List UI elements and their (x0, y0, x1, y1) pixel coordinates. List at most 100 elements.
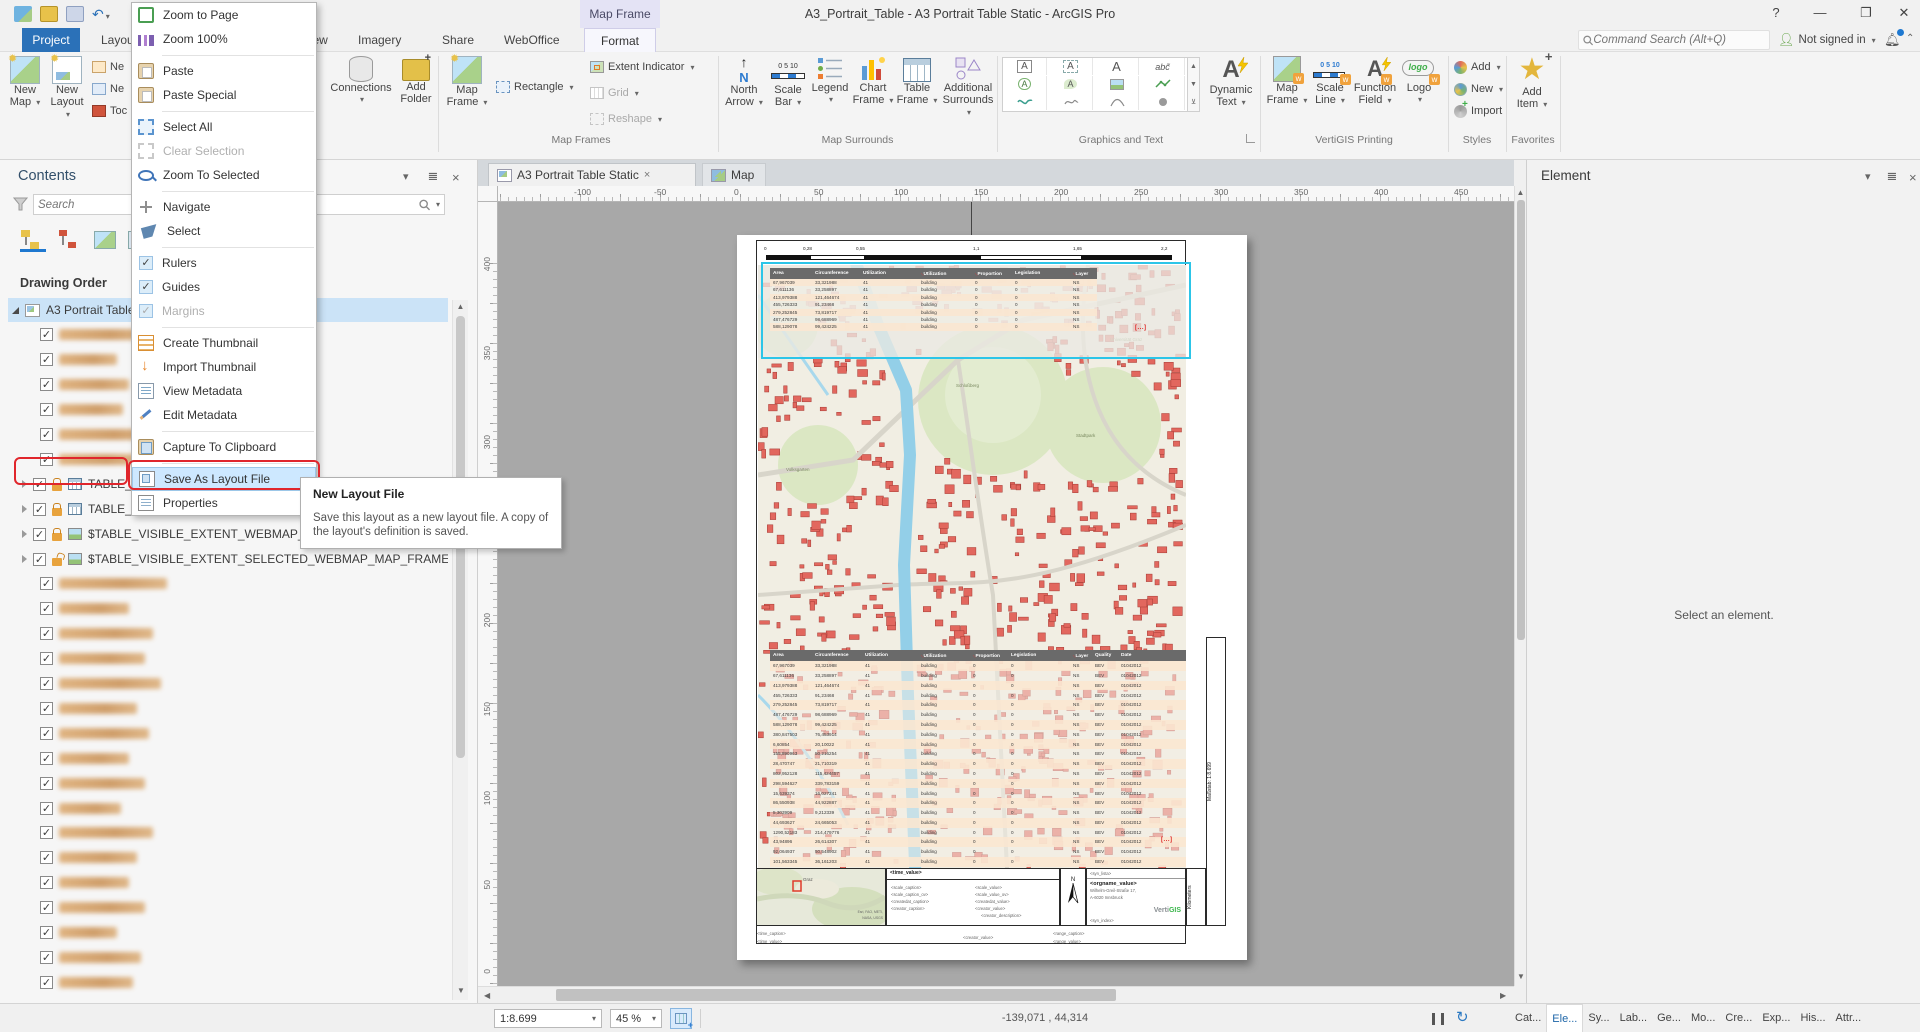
pin-icon[interactable]: 𝌆 (1887, 170, 1897, 183)
layer-visibility-checkbox[interactable]: ✓ (40, 403, 53, 416)
signin-status[interactable]: 👤︎ Not signed in▾ (1778, 30, 1876, 50)
styles-add-button[interactable]: Add▾ (1454, 58, 1501, 76)
dialog-launcher-icon[interactable] (1246, 134, 1255, 143)
curved-text-icon[interactable]: abc̃ (1141, 58, 1185, 75)
tree-item-redacted[interactable]: ✓ (8, 896, 448, 920)
tree-item-redacted[interactable]: ✓ (8, 696, 448, 720)
new-layout-button[interactable]: ✹ NewLayout ▾ (46, 56, 88, 121)
close-button[interactable]: ✕ (1888, 0, 1920, 26)
vg-logo-button[interactable]: logow Logo▾ (1400, 56, 1438, 106)
dock-tab-exp[interactable]: Exp... (1757, 1004, 1795, 1032)
close-pane-icon[interactable]: × (452, 170, 460, 185)
command-search-input[interactable] (1593, 34, 1765, 46)
layout-page[interactable]: 00,280,551,11,652,2 SchloßbergVolksgarte… (737, 235, 1247, 960)
tree-item-redacted[interactable]: ✓ (8, 921, 448, 945)
pane-menu-icon[interactable]: ▾ (1865, 170, 1871, 183)
pane-menu-icon[interactable]: ▾ (403, 170, 409, 183)
menu-item-zoom-100-[interactable]: Zoom 100% (132, 27, 316, 51)
view-tab-map[interactable]: Map (702, 163, 766, 186)
squiggle-icon[interactable] (1049, 93, 1093, 110)
dock-tab-sy[interactable]: Sy... (1583, 1004, 1614, 1032)
menu-item-select-all[interactable]: Select All (132, 115, 316, 139)
connections-button[interactable]: Connections▾ (330, 56, 392, 106)
menu-item-navigate[interactable]: Navigate (132, 195, 316, 219)
tree-item-redacted[interactable]: ✓ (8, 796, 448, 820)
dock-tab-mo[interactable]: Mo... (1686, 1004, 1720, 1032)
layer-visibility-checkbox[interactable]: ✓ (40, 627, 53, 640)
menu-item-import-thumbnail[interactable]: Import Thumbnail (132, 355, 316, 379)
list-by-drawing-order-icon[interactable] (20, 228, 46, 252)
tree-item-redacted[interactable]: ✓ (8, 672, 448, 696)
tree-item-redacted[interactable]: ✓ (8, 871, 448, 895)
horizontal-scrollbar[interactable]: ◀ ▶ (478, 986, 1514, 1003)
bottom-table-frame[interactable]: AreaCircumferenceUtilization·,Utilizatio… (770, 650, 1186, 867)
circle-text-icon[interactable]: A (1003, 76, 1047, 93)
dock-tab-cre[interactable]: Cre... (1720, 1004, 1757, 1032)
text-icon[interactable]: A (1095, 58, 1139, 75)
layer-visibility-checkbox[interactable]: ✓ (40, 926, 53, 939)
add-folder-button[interactable]: + AddFolder (396, 56, 436, 105)
tab-imagery[interactable]: Imagery (352, 28, 407, 52)
polyline-icon[interactable] (1141, 76, 1185, 93)
zoom-combobox[interactable]: 45 %▾ (610, 1009, 662, 1028)
layer-visibility-checkbox[interactable]: ✓ (33, 503, 46, 516)
layer-visibility-checkbox[interactable]: ✓ (40, 951, 53, 964)
command-search[interactable] (1578, 30, 1770, 50)
footer-info-frame[interactable]: <time_value> <scale_caption><scale_capti… (886, 868, 1060, 926)
layer-visibility-checkbox[interactable]: ✓ (40, 802, 53, 815)
ellipse-icon[interactable] (1141, 93, 1185, 110)
filter-icon[interactable] (13, 197, 28, 211)
tree-item-redacted[interactable]: ✓ (8, 572, 448, 596)
top-table-frame[interactable]: AreaCircumferenceUtilization·,Utilizatio… (770, 268, 1097, 331)
vg-function-field-button[interactable]: Aw FunctionField ▾ (1352, 56, 1398, 107)
layer-visibility-checkbox[interactable]: ✓ (40, 702, 53, 715)
tree-item-redacted[interactable]: ✓ (8, 647, 448, 671)
menu-item-create-thumbnail[interactable]: Create Thumbnail (132, 331, 316, 355)
collapse-ribbon-icon[interactable]: ⌃ (1906, 33, 1914, 44)
map-scale-combobox[interactable]: 1:8.699▾ (494, 1009, 602, 1028)
contents-scrollbar[interactable]: ▲ ▼ (452, 300, 468, 1000)
north-arrow-frame[interactable]: N (1060, 868, 1086, 926)
refresh-icon[interactable]: ↻ (1456, 1008, 1469, 1026)
org-frame[interactable]: <syn_lista> <orgname_value> Wilhelm-Grei… (1086, 868, 1186, 926)
layer-visibility-checkbox[interactable]: ✓ (40, 752, 53, 765)
expander-collapsed-icon[interactable] (22, 555, 27, 563)
restore-button[interactable]: ❐ (1846, 0, 1886, 26)
table-frame-button[interactable]: TableFrame ▾ (896, 56, 938, 107)
vg-map-frame-button[interactable]: w MapFrame ▾ (1266, 56, 1308, 107)
tree-item-layer[interactable]: ✓$TABLE_VISIBLE_EXTENT_SELECTED_WEBMAP_M… (8, 547, 448, 571)
help-button[interactable]: ? (1756, 0, 1796, 26)
layer-visibility-checkbox[interactable]: ✓ (40, 851, 53, 864)
layer-visibility-checkbox[interactable]: ✓ (40, 378, 53, 391)
view-tab-layout[interactable]: A3 Portrait Table Static × (488, 163, 696, 186)
menu-item-rulers[interactable]: ✓Rulers (132, 251, 316, 275)
dynamic-text-button[interactable]: A DynamicText ▾ (1206, 56, 1256, 109)
small-button-3[interactable]: Toc (92, 102, 127, 120)
tree-item-redacted[interactable]: ✓ (8, 721, 448, 745)
tree-item-redacted[interactable]: ✓ (8, 622, 448, 646)
expander-collapsed-icon[interactable] (22, 530, 27, 538)
layer-visibility-checkbox[interactable]: ✓ (40, 328, 53, 341)
notifications-icon[interactable]: 🔔︎ (1884, 31, 1901, 49)
text-box-icon[interactable]: A (1003, 58, 1047, 75)
tab-format[interactable]: Format (584, 28, 656, 52)
layout-canvas[interactable]: 00,280,551,11,652,2 SchloßbergVolksgarte… (498, 202, 1514, 986)
pin-icon[interactable]: 𝌆 (428, 170, 438, 183)
layer-visibility-checkbox[interactable]: ✓ (40, 353, 53, 366)
chart-frame-button[interactable]: ChartFrame ▾ (852, 56, 894, 107)
tree-item-redacted[interactable]: ✓ (8, 846, 448, 870)
new-map-button[interactable]: ✹ NewMap ▾ (6, 56, 44, 109)
tab-project[interactable]: Project (22, 28, 80, 52)
list-by-map-frame-icon[interactable] (94, 231, 116, 249)
menu-item-zoom-to-page[interactable]: Zoom to Page (132, 3, 316, 27)
layer-visibility-checkbox[interactable]: ✓ (33, 553, 46, 566)
dock-tab-lab[interactable]: Lab... (1615, 1004, 1653, 1032)
graphics-gallery[interactable]: A A A abc̃ A A (1002, 57, 1188, 112)
menu-item-capture-to-clipboard[interactable]: Capture To Clipboard (132, 435, 316, 459)
vg-scale-line-button[interactable]: 0 5 10w ScaleLine ▾ (1310, 56, 1350, 107)
vertical-scrollbar[interactable]: ▲ ▼ (1514, 186, 1526, 986)
tab-weboffice[interactable]: WebOffice (498, 28, 566, 52)
dock-tab-ele[interactable]: Ele... (1546, 1004, 1583, 1032)
dock-tab-ge[interactable]: Ge... (1652, 1004, 1686, 1032)
layer-visibility-checkbox[interactable]: ✓ (40, 577, 53, 590)
